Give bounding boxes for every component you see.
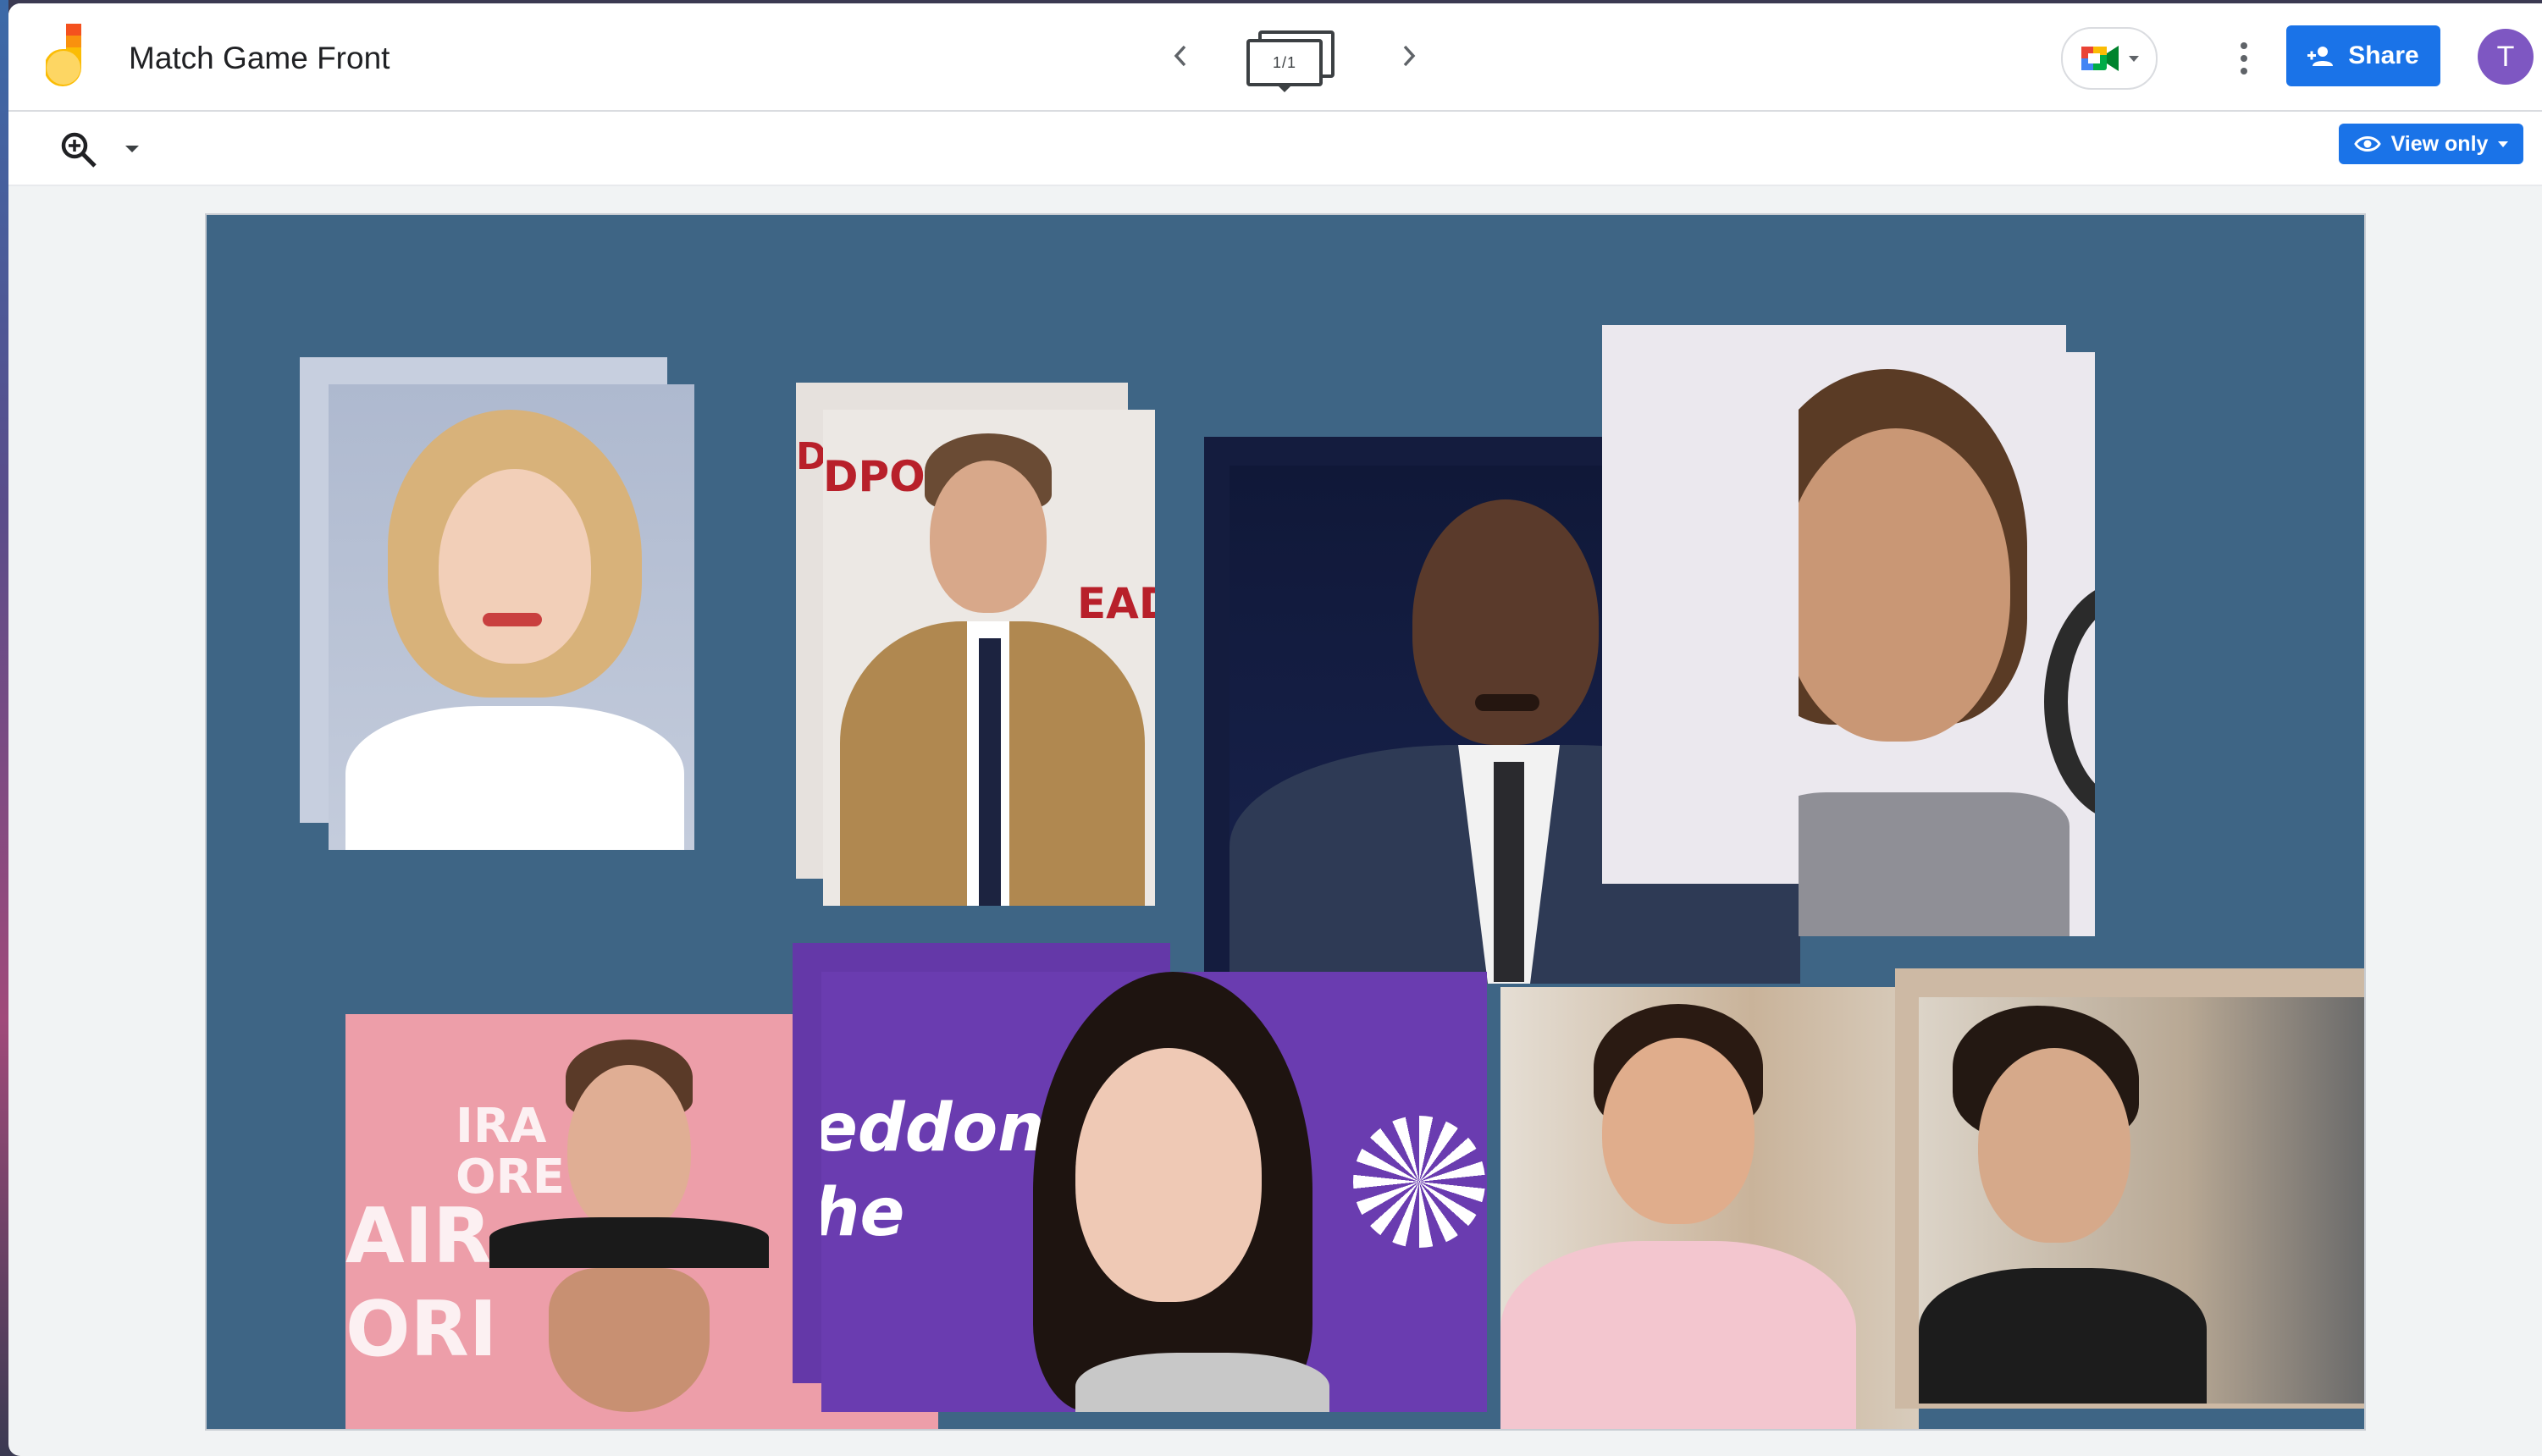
more-vert-dot [2241, 68, 2247, 74]
sequin-dress [1799, 792, 2070, 936]
face [1075, 1048, 1262, 1302]
tie [979, 638, 1001, 906]
app-window: Match Game Front 1/1 Share T View only D… [8, 3, 2542, 1456]
backdrop-logo [1353, 1116, 1485, 1248]
share-button[interactable]: Share [2286, 25, 2440, 86]
more-options-button[interactable] [2227, 37, 2261, 80]
zoom-in-icon[interactable] [59, 130, 98, 169]
backdrop-text: ORI [345, 1285, 498, 1374]
frame-counter: 1/1 [1246, 39, 1323, 86]
person-add-icon [2307, 47, 2334, 66]
frame-bar-button[interactable]: 1/1 [1246, 25, 1340, 97]
zoom-dropdown-caret[interactable] [125, 146, 139, 152]
chevron-down-icon [2129, 55, 2139, 62]
view-mode-label: View only [2390, 131, 2489, 156]
face [1978, 1048, 2130, 1243]
jamboard-logo[interactable] [46, 24, 97, 91]
chevron-down-icon [2498, 141, 2509, 147]
desktop-edge [0, 0, 8, 1456]
photo-woman-blonde-bob[interactable] [329, 384, 694, 850]
more-vert-dot [2241, 55, 2247, 62]
photo-woman-earring-gala[interactable] [1799, 352, 2095, 936]
meet-icon [2081, 46, 2119, 71]
chevron-left-icon [1174, 45, 1186, 67]
eye-icon [2353, 136, 2381, 152]
chevron-down-icon [1279, 86, 1290, 92]
backdrop-text: EADP [1077, 579, 1155, 628]
pink-top [1500, 1241, 1856, 1429]
header-bar: Match Game Front 1/1 Share T [8, 3, 2542, 112]
account-avatar[interactable]: T [2478, 29, 2534, 85]
backdrop-text: IRA [456, 1099, 547, 1154]
beard-layer [549, 1268, 710, 1412]
more-vert-icon [2241, 42, 2247, 49]
white-top [345, 706, 684, 850]
face [567, 1065, 691, 1234]
sequin-top [1075, 1353, 1329, 1412]
backdrop-text: eddon [821, 1090, 1045, 1166]
face [930, 461, 1047, 613]
face [439, 469, 591, 664]
document-title[interactable]: Match Game Front [129, 41, 390, 76]
meet-button[interactable] [2061, 27, 2158, 90]
black-shirt [489, 1217, 769, 1268]
black-blazer [1919, 1268, 2207, 1404]
toolbar: View only [8, 112, 2542, 186]
photo-woman-short-hair[interactable] [1919, 997, 2364, 1404]
view-mode-button[interactable]: View only [2339, 124, 2523, 164]
lips [483, 613, 542, 626]
backdrop-text: AIR [345, 1192, 492, 1281]
jam-canvas[interactable]: DPOO DPOO EADP [205, 213, 2366, 1431]
previous-frame-button[interactable] [1162, 37, 1199, 74]
chevron-right-icon [1403, 45, 1416, 67]
mustache [1475, 694, 1539, 711]
next-frame-button[interactable] [1390, 37, 1428, 74]
backdrop-text: he [821, 1175, 905, 1251]
photo-man-tan-suit[interactable]: DPOO EADP [823, 410, 1155, 906]
photo-woman-purple-backdrop[interactable]: eddon he [821, 972, 1487, 1412]
photo-woman-pink-top[interactable] [1500, 987, 1919, 1429]
face [1602, 1038, 1755, 1224]
share-label: Share [2348, 41, 2419, 69]
tie [1494, 762, 1524, 982]
